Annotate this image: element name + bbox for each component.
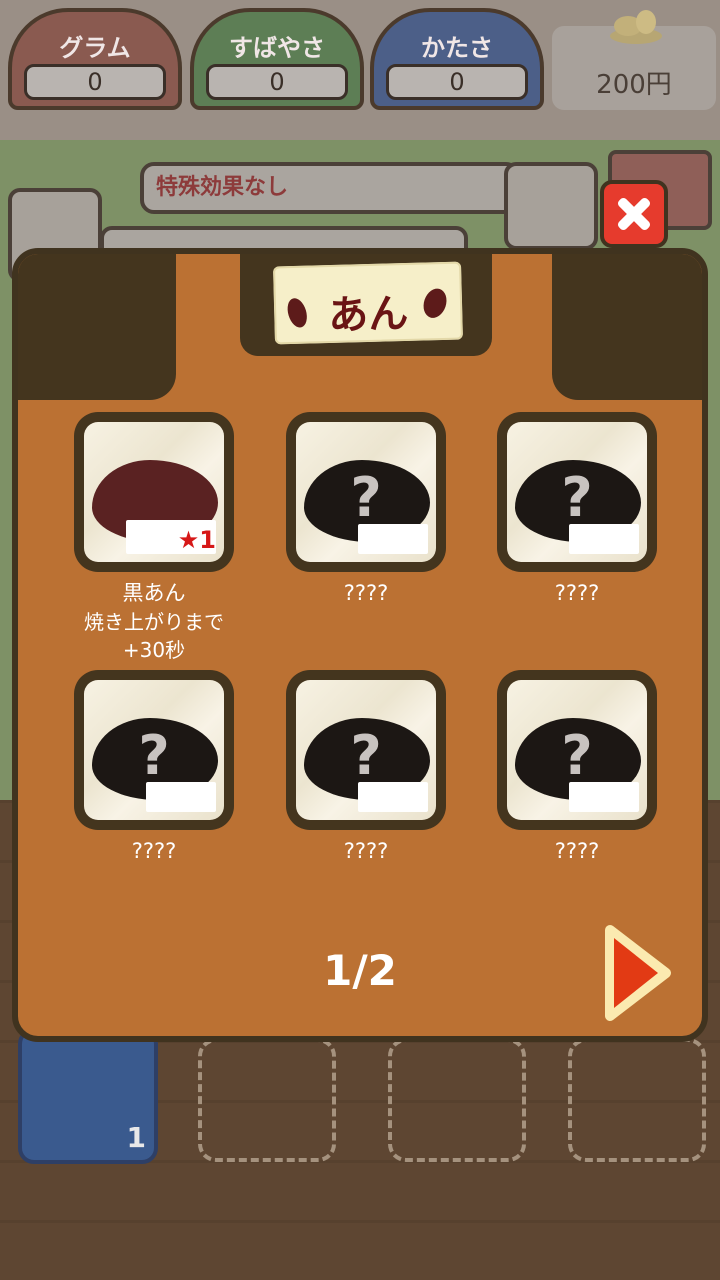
filling-item-name: 黒あん xyxy=(122,581,186,605)
mold-slot xyxy=(198,1038,336,1162)
filling-item-frame[interactable]: ? xyxy=(497,412,657,572)
filling-item-image: ? xyxy=(296,680,436,820)
stat-hardness: かたさ 0 xyxy=(370,8,544,110)
filling-item-image: ? xyxy=(84,680,224,820)
stat-hardness-value: 0 xyxy=(386,64,528,100)
batter-slot xyxy=(504,162,598,250)
next-page-button[interactable] xyxy=(602,924,672,1022)
question-mark-icon: ? xyxy=(561,724,593,787)
money-amount: 200円 xyxy=(596,70,672,100)
star-level-badge: ★1 xyxy=(177,526,216,554)
filling-item-frame[interactable]: ? xyxy=(286,412,446,572)
money-display: 200円 xyxy=(552,10,716,110)
question-mark-icon: ? xyxy=(561,466,593,529)
filling-item-frame[interactable]: ? xyxy=(497,670,657,830)
stat-gram: グラム 0 xyxy=(8,8,182,110)
filling-item-frame[interactable]: ? xyxy=(286,670,446,830)
stat-hardness-label: かたさ xyxy=(421,34,493,62)
filling-item-name: ???? xyxy=(131,839,177,863)
filling-item-image: ? xyxy=(507,680,647,820)
dialog-title-plate: あん xyxy=(273,261,463,345)
coin-stack-icon xyxy=(610,10,662,44)
question-mark-icon: ? xyxy=(350,724,382,787)
stat-speed-value: 0 xyxy=(206,64,348,100)
mold-count: 1 xyxy=(126,1121,146,1154)
filling-item-frame[interactable]: ★1 xyxy=(74,412,234,572)
stat-speed: すばやさ 0 xyxy=(190,8,364,110)
page-indicator: 1/2 xyxy=(323,946,397,995)
filling-item-frame[interactable]: ? xyxy=(74,670,234,830)
filling-item-name: ???? xyxy=(554,581,600,605)
special-effect-bar: 特殊効果なし xyxy=(140,162,520,214)
filling-selection-dialog: あん ★1 黒あん 焼き上がりまで +30秒 ? ???? ? ???? ? ?… xyxy=(12,248,708,1042)
filling-item-image: ? xyxy=(296,422,436,562)
filling-item-image: ? xyxy=(507,422,647,562)
filling-item-name: ???? xyxy=(343,581,389,605)
mold-slot xyxy=(568,1038,706,1162)
dialog-header-right xyxy=(552,254,702,400)
next-page-arrow-icon[interactable] xyxy=(605,925,671,1021)
filling-item-name: ???? xyxy=(554,839,600,863)
filling-item-name: ???? xyxy=(343,839,389,863)
stat-gram-value: 0 xyxy=(24,64,166,100)
question-mark-icon: ? xyxy=(350,466,382,529)
question-mark-icon: ? xyxy=(138,724,170,787)
stat-gram-label: グラム xyxy=(59,34,131,62)
stat-speed-label: すばやさ xyxy=(229,34,325,62)
filling-item-description: 焼き上がりまで +30秒 xyxy=(84,610,224,662)
filling-item-image: ★1 xyxy=(84,422,224,562)
close-button[interactable] xyxy=(600,180,668,248)
mold-slot-empty: 1 xyxy=(18,1028,158,1164)
mold-slot xyxy=(388,1038,526,1162)
dialog-header-left xyxy=(18,254,176,400)
